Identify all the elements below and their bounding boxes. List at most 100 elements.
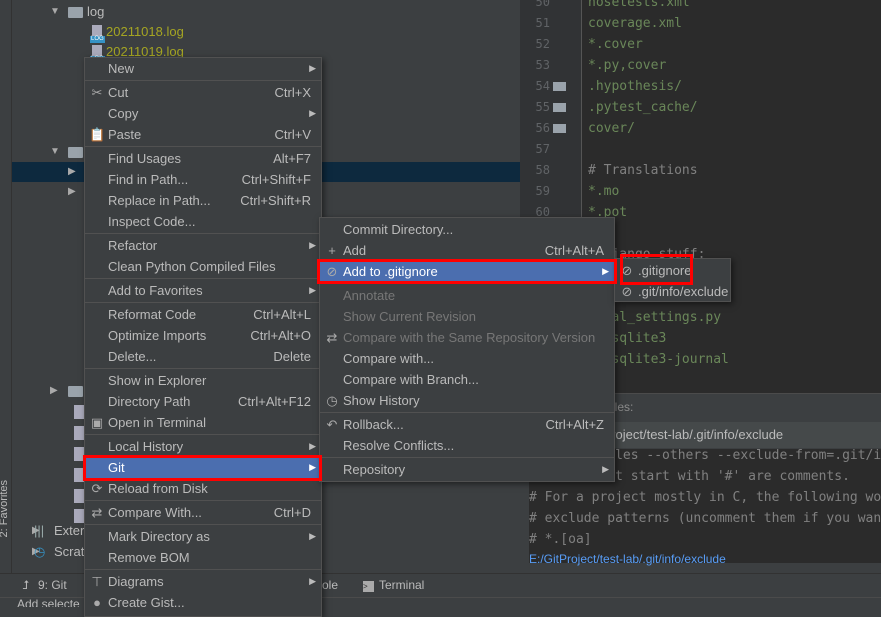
menu-item-label: Reload from Disk [108,481,208,496]
menu-item-paste[interactable]: 📋 Paste Ctrl+V [85,124,321,145]
menu-item-add[interactable]: + Add Ctrl+Alt+A [320,240,614,261]
menu-item-show-history[interactable]: ◷ Show History [320,390,614,411]
code-line: *.cover [588,37,643,52]
git-submenu: Commit Directory... + Add Ctrl+Alt+A ⊘ Add to… [319,217,615,482]
menu-item-optimize-imports[interactable]: Optimize Imports Ctrl+Alt+O [85,325,321,346]
menu-item-label: Compare with Branch... [343,372,479,387]
menu-item-shortcut: Ctrl+Shift+R [240,193,311,208]
menu-item-shortcut: Delete [273,349,311,364]
menu-separator [85,569,321,570]
hint-file-link[interactable]: E:/GitProject/test-lab/.git/info/exclude [529,552,726,566]
line-number: 52 [535,37,550,51]
line-number: 50 [535,0,550,9]
menu-item-directory-path[interactable]: Directory Path Ctrl+Alt+F12 [85,391,321,412]
tree-row[interactable]: LOG 20211018.log [12,22,520,43]
menu-item-delete[interactable]: Delete... Delete [85,346,321,367]
menu-item-label: Mark Directory as [108,529,210,544]
menu-item-label: Git [108,460,125,475]
chevron-down-icon[interactable]: ▼ [50,142,60,162]
menu-item-compare-with-branch[interactable]: Compare with Branch... [320,369,614,390]
favorites-tab[interactable]: 2: Favorites [0,480,10,537]
menu-item-label: Optimize Imports [108,328,207,343]
submenu-arrow-icon: ▶ [309,462,316,472]
tree-row[interactable]: ▼ log [12,2,520,22]
menu-item-compare-with[interactable]: Compare with... [320,348,614,369]
menu-item-annotate: Annotate [320,285,614,306]
menu-item-resolve-conflicts[interactable]: Resolve Conflicts... [320,435,614,456]
menu-item-label: Diagrams [108,574,164,589]
terminal-tool-tab[interactable]: Terminal [379,578,424,592]
left-tool-stripe: 2: Favorites [0,0,12,573]
menu-item-gitignore[interactable]: ⊘ .gitignore [615,260,730,281]
menu-item-copy[interactable]: Copy ▶ [85,103,321,124]
menu-item-find-usages[interactable]: Find Usages Alt+F7 [85,148,321,169]
chevron-down-icon[interactable]: ▼ [50,2,60,22]
menu-item-label: Delete... [108,349,157,364]
git-tool-tab[interactable]: 9: Git [38,578,67,592]
menu-item-label: Find in Path... [108,172,189,187]
menu-item-label: Create Gist... [108,595,185,610]
menu-item-shortcut: Ctrl+X [274,85,311,100]
menu-item-new[interactable]: New ▶ [85,58,321,79]
menu-item-rollback[interactable]: ↶ Rollback... Ctrl+Alt+Z [320,414,614,435]
code-line: coverage.xml [588,16,682,31]
menu-item-diagrams[interactable]: ⊤ Diagrams ▶ [85,571,321,592]
menu-item-git[interactable]: Git ▶ [85,457,321,478]
menu-item-label: Add [343,243,367,258]
menu-separator [85,278,321,279]
menu-item-label: Compare with the Same Repository Version [343,330,596,345]
menu-item-label: Reformat Code [108,307,197,322]
log-file-icon: LOG [90,25,105,43]
menu-item-label: Compare With... [108,505,202,520]
menu-item-refactor[interactable]: Refactor ▶ [85,235,321,256]
menu-item-label: Paste [108,127,142,142]
menu-item-mark-directory-as[interactable]: Mark Directory as ▶ [85,526,321,547]
menu-item-compare-with[interactable]: ⇄ Compare With... Ctrl+D [85,502,321,523]
submenu-arrow-icon: ▶ [309,531,316,541]
code-line: nosetests.xml [588,0,690,10]
menu-item-label: Local History [108,439,184,454]
submenu-arrow-icon: ▶ [309,63,316,73]
menu-item-repository[interactable]: Repository ▶ [320,459,614,480]
menu-separator [85,233,321,234]
menu-item-commit-directory[interactable]: Commit Directory... [320,219,614,240]
menu-item-cut[interactable]: ✂ Cut Ctrl+X [85,82,321,103]
scissors-icon: ✂ [91,85,103,100]
chevron-right-icon[interactable]: ▶ [68,162,76,182]
menu-item-label: .git/info/exclude [638,284,729,299]
console-tool-tab[interactable]: ole [322,578,338,592]
menu-item-label: .gitignore [638,263,692,278]
menu-item-add-to-favorites[interactable]: Add to Favorites ▶ [85,280,321,301]
menu-item-remove-bom[interactable]: Remove BOM [85,547,321,568]
menu-item-shortcut: Ctrl+Alt+A [544,243,604,258]
file-icon [74,405,84,419]
line-number: 54 [535,79,550,93]
menu-item-show-current-revision: Show Current Revision [320,306,614,327]
menu-item-reload-from-disk[interactable]: ⟳ Reload from Disk [85,478,321,499]
menu-item-clean-python-compiled-files[interactable]: Clean Python Compiled Files [85,256,321,277]
menu-item-open-in-terminal[interactable]: ▣ Open in Terminal [85,412,321,433]
menu-item-inspect-code[interactable]: Inspect Code... [85,211,321,232]
chevron-right-icon[interactable]: ▶ [68,182,76,202]
rollback-icon: ↶ [326,417,338,432]
file-icon [74,468,84,482]
terminal-icon: ▣ [90,415,104,430]
compare-icon: ⇄ [91,505,103,520]
compare-icon: ⇄ [326,330,338,345]
menu-item-replace-in-path[interactable]: Replace in Path... Ctrl+Shift+R [85,190,321,211]
menu-separator [85,368,321,369]
menu-item-shortcut: Ctrl+D [273,505,311,520]
menu-item-show-in-explorer[interactable]: Show in Explorer [85,370,321,391]
chevron-right-icon[interactable]: ▶ [50,381,58,401]
menu-item-label: Show in Explorer [108,373,207,388]
menu-item-shortcut: Ctrl+Alt+O [250,328,311,343]
ignore-file-icon: ⊘ [326,264,338,279]
folder-icon [68,147,83,158]
menu-item-reformat-code[interactable]: Reformat Code Ctrl+Alt+L [85,304,321,325]
menu-item-create-gist[interactable]: ● Create Gist... [85,592,321,613]
menu-item-shortcut: Ctrl+Alt+F12 [238,394,311,409]
menu-item-git-info-exclude[interactable]: ⊘ .git/info/exclude [615,281,730,302]
menu-item-find-in-path[interactable]: Find in Path... Ctrl+Shift+F [85,169,321,190]
menu-item-add-to-gitignore[interactable]: ⊘ Add to .gitignore ▶ [320,261,614,282]
menu-item-local-history[interactable]: Local History ▶ [85,436,321,457]
